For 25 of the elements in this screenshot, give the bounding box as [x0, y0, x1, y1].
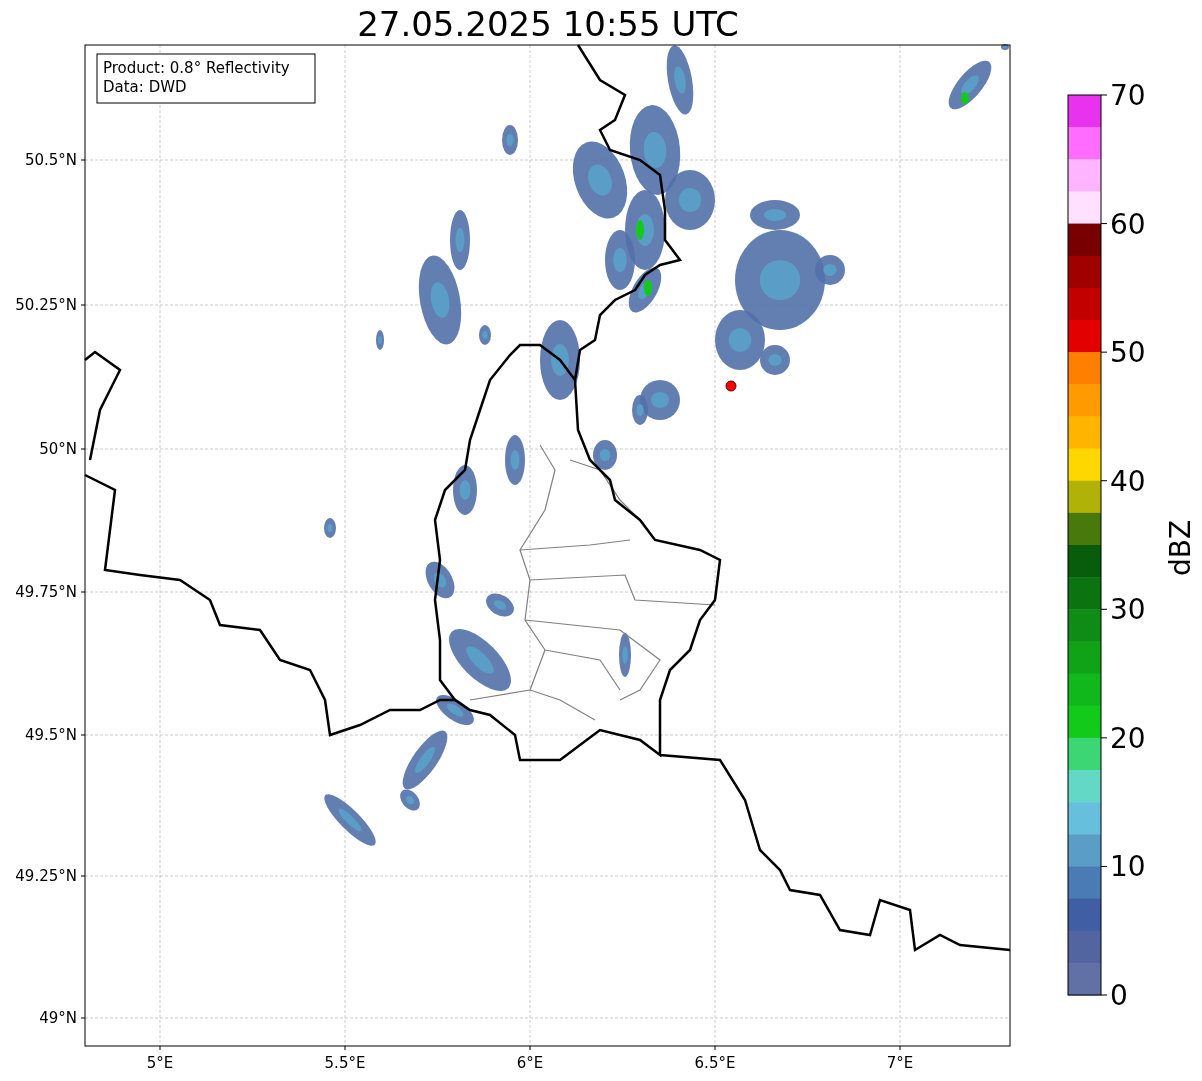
colorbar-tick-label: 50 — [1110, 336, 1146, 370]
colorbar-label: dBZ — [1164, 519, 1197, 577]
latitude-label: 49°N — [39, 1009, 77, 1027]
latitude-label: 49.75°N — [15, 583, 77, 601]
longitude-label: 6.5°E — [694, 1054, 736, 1072]
longitude-label: 5.5°E — [324, 1054, 366, 1072]
longitude-label: 7°E — [886, 1054, 914, 1072]
latitude-label: 50°N — [39, 440, 77, 458]
longitude-label: 5°E — [146, 1054, 174, 1072]
chart-title: 27.05.2025 10:55 UTC — [357, 4, 739, 44]
latitude-label: 49.5°N — [24, 726, 77, 744]
colorbar-tick-label: 40 — [1110, 464, 1146, 498]
latitude-label: 50.5°N — [24, 151, 77, 169]
annotation-text: Product: 0.8° Reflectivity — [103, 59, 290, 77]
latitude-label: 50.25°N — [15, 296, 77, 314]
latitude-label: 49.25°N — [15, 867, 77, 885]
colorbar-tick-label: 60 — [1110, 207, 1146, 241]
longitude-label: 6°E — [516, 1054, 544, 1072]
colorbar-tick-label: 10 — [1110, 850, 1146, 884]
annotation-text: Data: DWD — [103, 78, 187, 96]
colorbar-tick-label: 30 — [1110, 593, 1146, 627]
radar-site-marker — [725, 380, 737, 392]
colorbar-tick-label: 70 — [1110, 79, 1146, 112]
colorbar-tick-label: 20 — [1110, 721, 1146, 755]
colorbar-tick-label: 0 — [1110, 979, 1128, 1012]
